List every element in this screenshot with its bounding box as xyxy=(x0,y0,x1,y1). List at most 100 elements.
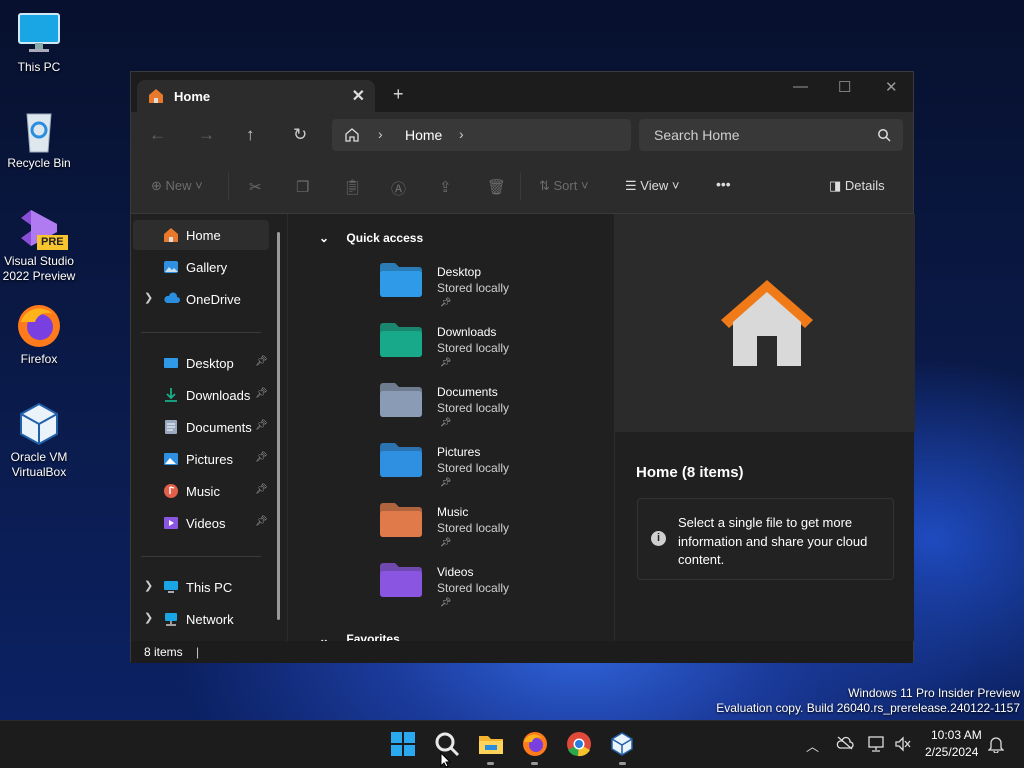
details-preview xyxy=(615,214,915,432)
close-tab-button[interactable]: ✕ xyxy=(352,86,365,106)
home-outline-icon[interactable] xyxy=(344,127,360,143)
desktop-icon-visual-studio[interactable]: PRE Visual Studio 2022 Preview xyxy=(2,204,76,284)
cut-icon[interactable]: ✂ xyxy=(249,178,262,196)
forward-button[interactable]: → xyxy=(198,125,215,145)
breadcrumb-chevron[interactable]: › xyxy=(459,126,464,142)
quick-access-item[interactable]: Documents Stored locally 📌︎ xyxy=(379,382,599,438)
rename-icon[interactable]: Ⓐ xyxy=(391,178,406,199)
file-explorer-icon[interactable] xyxy=(478,731,506,759)
pin-icon[interactable]: 📌︎ xyxy=(255,356,268,367)
paste-icon[interactable]: 📋︎ xyxy=(343,178,362,196)
chrome-icon[interactable] xyxy=(566,731,594,759)
folder-status: Stored locally xyxy=(437,461,510,475)
pin-icon[interactable]: 📌︎ xyxy=(255,452,268,463)
share-icon[interactable]: ⇪ xyxy=(439,178,452,196)
details-info-card: i Select a single file to get more infor… xyxy=(637,498,894,580)
chevron-right-icon[interactable]: ❯ xyxy=(144,579,153,592)
downloads-folder-icon xyxy=(163,387,180,403)
pin-icon[interactable]: 📌︎ xyxy=(255,484,268,495)
refresh-button[interactable]: ↻ xyxy=(293,125,307,145)
more-options-button[interactable]: ••• xyxy=(716,176,731,192)
sidebar-item-videos[interactable]: Videos 📌︎ xyxy=(133,508,269,538)
breadcrumb-separator: › xyxy=(378,126,383,142)
quick-access-item[interactable]: Pictures Stored locally 📌︎ xyxy=(379,442,599,498)
clock-time[interactable]: 10:03 AM xyxy=(931,728,982,742)
clock-date[interactable]: 2/25/2024 xyxy=(925,745,978,759)
sidebar-item-gallery[interactable]: Gallery xyxy=(133,252,269,282)
quick-access-item[interactable]: Videos Stored locally 📌︎ xyxy=(379,562,599,618)
notification-bell-icon[interactable] xyxy=(987,735,1005,754)
folder-icon xyxy=(379,262,423,298)
network-status-icon[interactable] xyxy=(868,736,886,752)
home-icon xyxy=(148,88,164,104)
back-button[interactable]: ← xyxy=(149,125,166,145)
sort-button[interactable]: ⇅ Sort ˅ xyxy=(539,178,589,194)
minimize-button[interactable]: — xyxy=(793,78,808,95)
search-input[interactable]: Search Home xyxy=(639,119,903,151)
quick-access-item[interactable]: Music Stored locally 📌︎ xyxy=(379,502,599,558)
folder-status: Stored locally xyxy=(437,281,510,295)
watermark-line-2: Evaluation copy. Build 26040.rs_prerelea… xyxy=(716,701,1020,715)
sidebar-item-home[interactable]: Home xyxy=(133,220,269,250)
pin-icon[interactable]: 📌︎ xyxy=(255,516,268,527)
monitor-icon xyxy=(15,10,63,58)
pin-icon[interactable]: 📌︎ xyxy=(255,420,268,431)
start-icon[interactable] xyxy=(390,731,418,759)
folder-status: Stored locally xyxy=(437,401,510,415)
copy-icon[interactable]: ❐ xyxy=(296,178,309,196)
quick-access-header[interactable]: ⌄ Quick access xyxy=(319,231,423,245)
sidebar-item-desktop[interactable]: Desktop 📌︎ xyxy=(133,348,269,378)
up-button[interactable]: ↑ xyxy=(246,125,255,145)
sidebar-item-documents[interactable]: Documents 📌︎ xyxy=(133,412,269,442)
view-button[interactable]: ☰ View ˅ xyxy=(625,178,679,194)
chevron-right-icon[interactable]: ❯ xyxy=(144,291,153,304)
close-window-button[interactable]: ✕ xyxy=(885,78,898,96)
pin-icon: 📌︎ xyxy=(440,417,452,427)
title-bar: Home ✕ + — ☐ ✕ xyxy=(131,72,913,112)
desktop-icon-firefox[interactable]: Firefox xyxy=(2,302,76,367)
pin-icon[interactable]: 📌︎ xyxy=(255,388,268,399)
running-indicator xyxy=(487,762,494,765)
breadcrumb-home[interactable]: Home xyxy=(405,127,442,143)
address-bar[interactable]: › Home › xyxy=(332,119,631,151)
quick-access-item[interactable]: Downloads Stored locally 📌︎ xyxy=(379,322,599,378)
sidebar-item-network[interactable]: ❯ Network xyxy=(133,604,269,634)
firefox-icon[interactable] xyxy=(522,731,550,759)
maximize-button[interactable]: ☐ xyxy=(838,78,851,96)
folder-icon xyxy=(379,562,423,598)
status-bar: 8 items | xyxy=(131,641,913,663)
desktop-icon-label: This PC xyxy=(17,60,61,74)
toolbar-divider xyxy=(520,172,521,200)
onedrive-offline-icon[interactable] xyxy=(836,736,854,750)
content-pane: ⌄ Quick access Desktop Stored locally 📌︎ Do… xyxy=(289,214,613,641)
volume-muted-icon[interactable] xyxy=(894,736,912,752)
virtualbox-icon[interactable] xyxy=(609,731,637,759)
chevron-down-icon: ⌄ xyxy=(319,632,330,641)
sidebar-item-pictures[interactable]: Pictures 📌︎ xyxy=(133,444,269,474)
tab-home[interactable]: Home ✕ xyxy=(137,80,375,112)
taskbar: ︿ 10:03 AM 2/25/2024 xyxy=(0,720,1024,768)
desktop-icon-this-pc[interactable]: This PC xyxy=(2,10,76,75)
new-tab-button[interactable]: + xyxy=(393,84,404,105)
details-pane: Home (8 items) i Select a single file to… xyxy=(614,214,915,641)
mouse-cursor-icon xyxy=(440,751,452,768)
details-button[interactable]: ◨ Details xyxy=(829,178,885,194)
quick-access-item[interactable]: Desktop Stored locally 📌︎ xyxy=(379,262,599,318)
favorites-header[interactable]: ⌄ Favorites xyxy=(319,632,400,641)
desktop-icon-label: Recycle Bin xyxy=(7,156,71,170)
folder-icon xyxy=(379,382,423,418)
show-hidden-icons-chevron-icon[interactable]: ︿ xyxy=(806,736,819,755)
sidebar-item-onedrive[interactable]: ❯ OneDrive xyxy=(133,284,269,314)
folder-name: Downloads xyxy=(437,325,497,339)
sidebar-scrollbar[interactable] xyxy=(277,232,280,620)
desktop-icon-recycle-bin[interactable]: Recycle Bin xyxy=(2,106,76,171)
delete-icon[interactable]: 🗑︎ xyxy=(487,178,506,196)
sidebar-item-music[interactable]: Music 📌︎ xyxy=(133,476,269,506)
new-button[interactable]: ⊕ New ˅ xyxy=(151,178,203,194)
chevron-right-icon[interactable]: ❯ xyxy=(144,611,153,624)
folder-status: Stored locally xyxy=(437,581,510,595)
desktop-icon-label: Firefox xyxy=(20,352,58,366)
desktop-icon-virtualbox[interactable]: Oracle VM VirtualBox xyxy=(2,400,76,480)
sidebar-item-downloads[interactable]: Downloads 📌︎ xyxy=(133,380,269,410)
sidebar-item-this-pc[interactable]: ❯ This PC xyxy=(133,572,269,602)
